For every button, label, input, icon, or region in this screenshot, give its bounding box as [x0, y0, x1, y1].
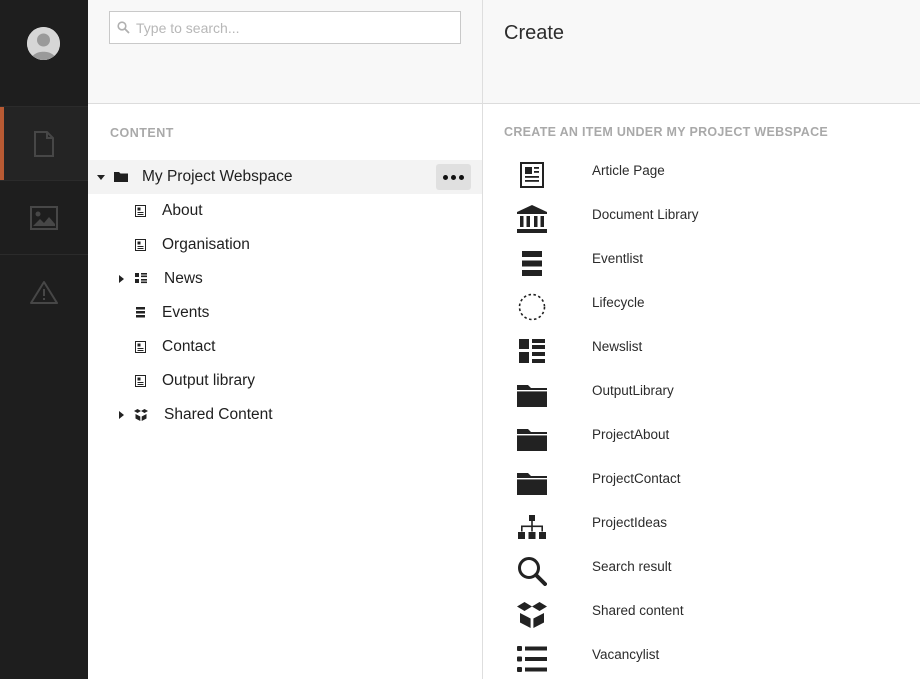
expand-caret-icon[interactable] [119, 411, 124, 419]
box-icon [134, 409, 148, 421]
tree-node-label: Organisation [162, 236, 250, 253]
document-icon [135, 341, 146, 353]
search-icon [117, 21, 130, 34]
section-errors[interactable] [0, 254, 88, 328]
page-title: Create [504, 22, 565, 44]
tree-node-label: Output library [162, 372, 256, 389]
tree-node-output-library[interactable]: Output library [88, 364, 483, 398]
tree-node-label: Events [162, 304, 210, 321]
document-icon [135, 375, 146, 387]
expand-caret-icon[interactable] [119, 275, 124, 283]
grid-list-icon [135, 273, 147, 284]
create-section-label: CREATE AN ITEM UNDER MY PROJECT WEBSPACE [504, 125, 829, 139]
create-item-label: Lifecycle [592, 295, 645, 310]
tree-node-contact[interactable]: Contact [88, 330, 483, 364]
user-icon [27, 27, 60, 60]
dot-icon [459, 174, 464, 180]
stack-icon [136, 307, 145, 318]
tree-header [88, 0, 483, 104]
create-item-label: Newslist [592, 339, 643, 354]
create-item-article-page[interactable]: Article Page [483, 159, 920, 203]
create-item-shared-content[interactable]: Shared content [483, 599, 920, 643]
stack-icon [516, 247, 548, 279]
list-icon [516, 643, 548, 675]
tree-node-events[interactable]: Events [88, 296, 483, 330]
tree-node-label: Shared Content [164, 406, 273, 423]
create-item-outputlibrary[interactable]: OutputLibrary [483, 379, 920, 423]
create-item-label: ProjectIdeas [592, 515, 668, 530]
dot-icon [451, 174, 456, 180]
tree-section-label: CONTENT [110, 126, 174, 140]
create-item-projectideas[interactable]: ProjectIdeas [483, 511, 920, 555]
more-actions-button[interactable] [436, 164, 471, 190]
tree-node-label: About [162, 202, 203, 219]
create-item-newslist[interactable]: Newslist [483, 335, 920, 379]
create-item-label: ProjectContact [592, 471, 681, 486]
create-item-label: ProjectAbout [592, 427, 670, 442]
create-item-label: Document Library [592, 207, 699, 222]
tree-node-about[interactable]: About [88, 194, 483, 228]
section-content[interactable] [0, 106, 88, 180]
create-item-projectabout[interactable]: ProjectAbout [483, 423, 920, 467]
folder-icon [516, 467, 548, 499]
document-icon [34, 130, 54, 157]
dashed-circle-icon [516, 291, 548, 323]
user-avatar[interactable] [27, 27, 60, 60]
tree-node-organisation[interactable]: Organisation [88, 228, 483, 262]
grid-list-icon [516, 335, 548, 367]
article-icon [516, 159, 548, 191]
folder-icon [516, 379, 548, 411]
image-icon [30, 205, 58, 230]
create-item-label: Eventlist [592, 251, 644, 266]
tree-node-news[interactable]: News [88, 262, 483, 296]
box-icon [516, 599, 548, 631]
document-icon [135, 239, 146, 251]
expand-caret-icon[interactable] [97, 175, 105, 180]
create-item-projectcontact[interactable]: ProjectContact [483, 467, 920, 511]
search-input[interactable] [136, 12, 456, 43]
create-item-search-result[interactable]: Search result [483, 555, 920, 599]
folder-icon [516, 423, 548, 455]
document-icon [135, 205, 146, 217]
search-box[interactable] [109, 11, 461, 44]
section-media[interactable] [0, 180, 88, 254]
app-sidebar [0, 0, 88, 679]
create-header: Create [483, 0, 920, 104]
create-item-label: Shared content [592, 603, 684, 618]
create-item-label: OutputLibrary [592, 383, 674, 398]
tree-node-label: Contact [162, 338, 216, 355]
tree-node-label: News [164, 270, 203, 287]
tree-node-shared-content[interactable]: Shared Content [88, 398, 483, 432]
create-item-label: Article Page [592, 163, 665, 178]
create-item-label: Vacancylist [592, 647, 660, 662]
dot-icon [443, 174, 448, 180]
search-icon [516, 555, 548, 587]
create-item-lifecycle[interactable]: Lifecycle [483, 291, 920, 335]
create-item-document-library[interactable]: Document Library [483, 203, 920, 247]
tree-node-root[interactable]: My Project Webspace [88, 160, 483, 194]
warning-icon [30, 280, 58, 304]
content-tree: CONTENT My Project Webspace About Organi… [88, 105, 483, 679]
tree-node-label: My Project Webspace [142, 168, 293, 185]
library-icon [516, 203, 548, 235]
folder-icon [114, 172, 128, 182]
sitemap-icon [516, 511, 548, 543]
create-panel: CREATE AN ITEM UNDER MY PROJECT WEBSPACE… [483, 105, 920, 679]
create-item-vacancylist[interactable]: Vacancylist [483, 643, 920, 679]
create-item-label: Search result [592, 559, 672, 574]
create-item-eventlist[interactable]: Eventlist [483, 247, 920, 291]
